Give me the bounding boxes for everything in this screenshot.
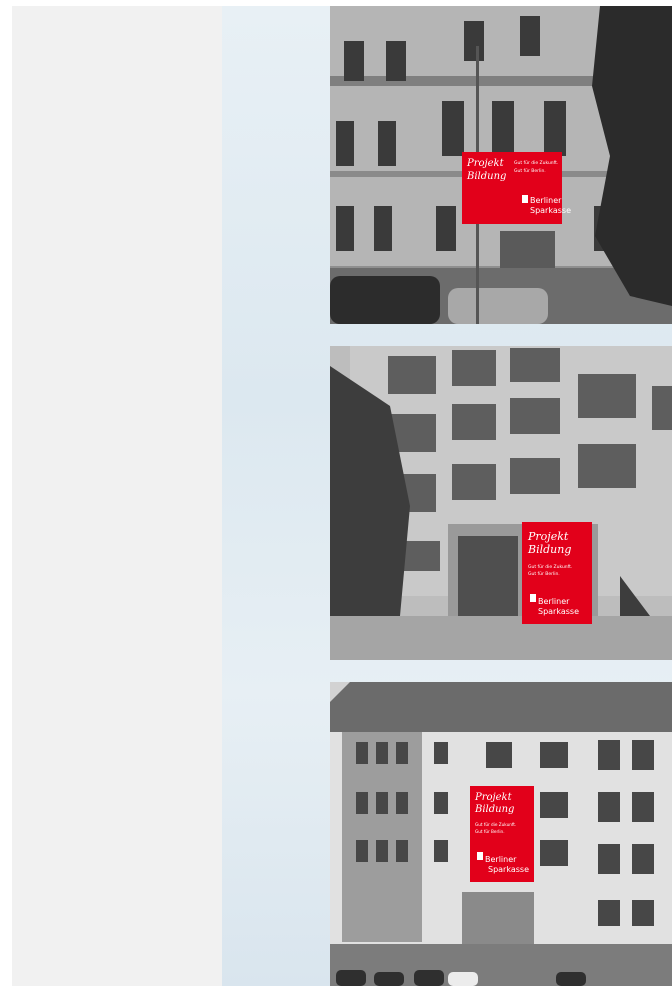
banner-3-brand-1: Berliner [485,855,517,864]
left-blank-panel [12,6,222,986]
banner-3-slogan-2: Gut für Berlin. [475,829,505,834]
banner-1-brand-1: Berliner [530,196,562,205]
sparkasse-logo-icon [522,195,528,203]
sparkasse-logo-icon [477,852,483,860]
banner-2-slogan-1: Gut für die Zukunft. [528,564,572,570]
banner-2-slogan-2: Gut für Berlin. [528,571,560,577]
banner-3-slogan-1: Gut für die Zukunft. [475,822,516,827]
banner-1-headline-2: Bildung [466,171,506,182]
banner-2-headline-1: Projekt [527,530,569,543]
banner-2-headline-2: Bildung [527,543,571,556]
banner-1-slogan-1: Gut für die Zukunft. [514,160,558,166]
banner-1-headline-1: Projekt [466,158,505,169]
sparkasse-logo-icon [530,594,536,602]
photo-school-building-2: Projekt Bildung Gut für die Zukunft. Gut… [330,346,672,660]
banner-2-brand-1: Berliner [538,597,570,606]
banner-2-brand-2: Sparkasse [538,607,579,616]
banner-3-brand-2: Sparkasse [488,865,529,874]
photo-school-building-1: Projekt Bildung Gut für die Zukunft. Gut… [330,6,672,324]
banner-1-slogan-2: Gut für Berlin. [514,168,546,174]
banner-3-headline-2: Bildung [474,804,514,815]
banner-1-brand-2: Sparkasse [530,206,571,215]
banner-3-headline-1: Projekt [474,792,513,803]
photo-school-building-3: Projekt Bildung Gut für die Zukunft. Gut… [330,682,672,986]
